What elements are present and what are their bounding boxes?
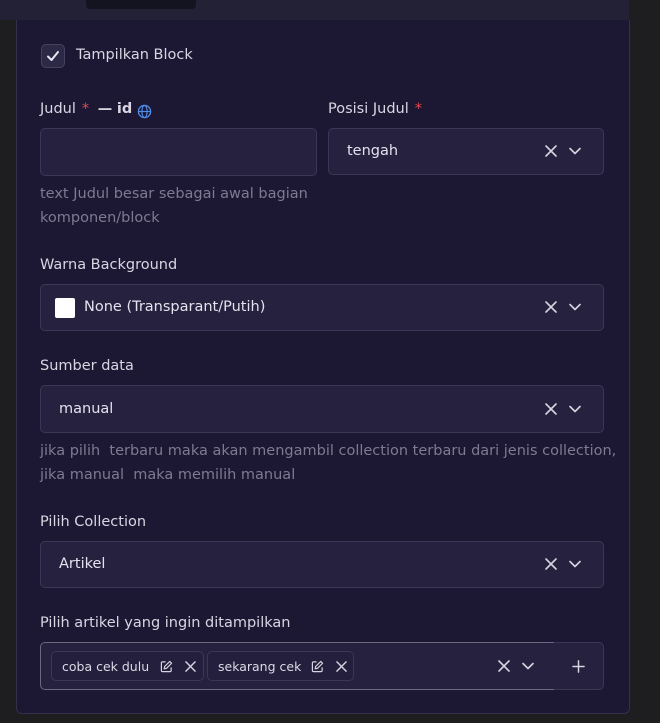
selected-item-chip: sekarang cek [207, 651, 354, 681]
warna-background-select[interactable]: None (Transparant/Putih) [40, 284, 604, 331]
chevron-down-icon[interactable] [522, 662, 534, 670]
sumber-data-help-line-2: jika manual maka memilih manual [40, 467, 296, 483]
warna-background-value: None (Transparant/Putih) [84, 299, 266, 315]
add-artikel-button[interactable] [554, 642, 604, 690]
sumber-data-label: Sumber data [40, 358, 134, 374]
close-icon[interactable] [185, 661, 196, 672]
pilih-artikel-label: Pilih artikel yang ingin ditampilkan [40, 615, 291, 631]
show-block-label: Tampilkan Block [76, 47, 193, 63]
show-block-checkbox[interactable] [41, 44, 65, 68]
judul-label: Judul * — id [40, 101, 132, 117]
chevron-down-icon[interactable] [569, 560, 581, 568]
posisi-judul-label: Posisi Judul * [328, 101, 422, 117]
top-bar [0, 0, 629, 20]
top-tab-stub [86, 0, 196, 9]
chip-label: sekarang cek [218, 659, 302, 674]
close-icon[interactable] [336, 661, 347, 672]
sumber-data-value: manual [59, 401, 114, 417]
close-icon[interactable] [545, 301, 557, 313]
judul-label-text: Judul [40, 101, 76, 117]
pilih-collection-value: Artikel [59, 556, 106, 572]
page: Tampilkan Block Judul * — id text Judul b… [0, 0, 660, 723]
globe-icon[interactable] [137, 104, 152, 119]
selected-item-chip: coba cek dulu [51, 651, 204, 681]
chip-label: coba cek dulu [62, 659, 150, 674]
locale-separator: — [97, 101, 113, 117]
check-icon [47, 51, 59, 61]
close-icon[interactable] [498, 660, 510, 672]
warna-background-label: Warna Background [40, 257, 178, 273]
edit-icon[interactable] [311, 660, 324, 673]
pilih-collection-select[interactable]: Artikel [40, 541, 604, 588]
judul-help-text: text Judul besar sebagai awal bagian kom… [40, 186, 308, 226]
chevron-down-icon[interactable] [569, 405, 581, 413]
posisi-judul-value: tengah [347, 143, 399, 159]
chevron-down-icon[interactable] [569, 303, 581, 311]
color-swatch [55, 298, 75, 318]
posisi-judul-required-mark: * [414, 101, 423, 117]
posisi-judul-select[interactable]: tengah [328, 128, 604, 175]
judul-input[interactable] [40, 128, 317, 176]
chevron-down-icon[interactable] [569, 147, 581, 155]
sumber-data-help-line-1: jika pilih terbaru maka akan mengambil c… [40, 443, 617, 459]
locale-code: id [116, 101, 133, 117]
edit-icon[interactable] [160, 660, 173, 673]
block-settings-panel: Tampilkan Block Judul * — id text Judul b… [16, 20, 630, 714]
judul-required-mark: * [81, 101, 90, 117]
posisi-judul-label-text: Posisi Judul [328, 101, 409, 117]
pilih-artikel-multiselect[interactable]: coba cek dulu sekarang cek [40, 642, 555, 690]
pilih-collection-label: Pilih Collection [40, 514, 147, 530]
close-icon[interactable] [545, 403, 557, 415]
close-icon[interactable] [545, 145, 557, 157]
close-icon[interactable] [545, 558, 557, 570]
plus-icon [572, 660, 585, 673]
sumber-data-select[interactable]: manual [40, 385, 604, 433]
